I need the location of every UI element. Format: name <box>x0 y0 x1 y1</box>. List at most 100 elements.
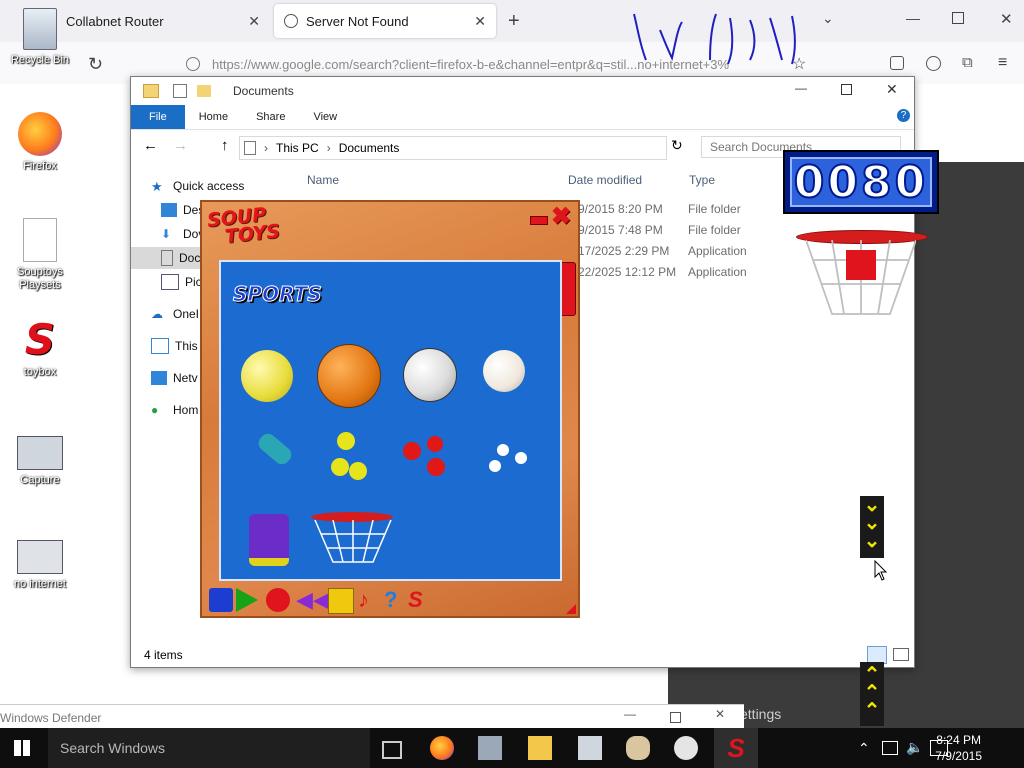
desktop-icon-label: Recycle Bin <box>10 54 70 66</box>
soccer-ball-icon[interactable] <box>403 348 457 402</box>
sound-button-icon[interactable]: ♪ <box>358 588 382 612</box>
paint-taskbar-icon[interactable] <box>626 736 650 760</box>
maximize-icon[interactable] <box>841 84 852 95</box>
tab-server-not-found[interactable]: Server Not Found ✕ <box>274 4 496 38</box>
minimize-icon[interactable]: — <box>624 707 636 721</box>
tray-chevron-up-icon[interactable]: ⌃ <box>858 740 870 757</box>
document-icon <box>161 250 173 266</box>
extensions-icon[interactable]: ⧉ <box>962 54 973 71</box>
red-balls-icon[interactable] <box>427 436 443 452</box>
souptoys-taskbar-button[interactable]: S <box>714 728 758 768</box>
app-taskbar-icon[interactable] <box>674 736 698 760</box>
app-taskbar-icon[interactable] <box>478 736 502 760</box>
breadcrumb-documents[interactable]: Documents <box>339 141 400 155</box>
minimize-icon[interactable]: — <box>795 81 807 95</box>
tennis-ball-icon[interactable] <box>241 350 293 402</box>
row-date: 9/2015 8:20 PM <box>578 202 663 216</box>
stop-button-icon[interactable] <box>328 588 354 614</box>
address-bar[interactable]: › This PC › Documents <box>239 136 667 160</box>
resize-grip-icon[interactable] <box>566 604 576 614</box>
help-icon[interactable]: ? <box>897 109 910 122</box>
juggling-balls-icon[interactable] <box>331 458 349 476</box>
record-button-icon[interactable] <box>266 588 290 612</box>
ribbon-tab-view[interactable]: View <box>299 105 351 129</box>
souptoys-playsets-shortcut[interactable]: Souptoys Playsets <box>4 218 76 292</box>
nav-homegroup[interactable]: ● Hom <box>151 399 198 421</box>
close-icon[interactable]: ✖ <box>551 202 571 231</box>
new-tab-button[interactable]: + <box>508 10 520 33</box>
baseball-icon[interactable] <box>483 350 525 392</box>
ribbon-tab-file[interactable]: File <box>131 105 185 129</box>
forward-arrow-icon[interactable]: → <box>173 137 188 154</box>
breadcrumb-this-pc[interactable]: This PC <box>276 141 319 155</box>
capture-shortcut[interactable]: Capture <box>4 436 76 487</box>
column-header-date-modified[interactable]: Date modified <box>568 173 642 187</box>
close-tab-icon[interactable]: ✕ <box>248 13 260 30</box>
tab-list-chevron-icon[interactable]: ⌄ <box>822 10 834 27</box>
maximize-icon[interactable] <box>670 712 681 723</box>
red-balls-icon[interactable] <box>403 442 421 460</box>
nav-downloads[interactable]: ⬇ Dov <box>161 223 204 245</box>
white-balls-icon[interactable] <box>515 452 527 464</box>
juggling-balls-icon[interactable] <box>349 462 367 480</box>
firefox-taskbar-icon[interactable] <box>430 736 454 760</box>
toybox-button-icon[interactable] <box>209 588 233 612</box>
status-item-count: 4 items <box>144 648 183 662</box>
play-button-icon[interactable] <box>236 588 258 612</box>
pocket-icon[interactable] <box>890 56 904 70</box>
no-internet-shortcut[interactable]: no internet <box>4 540 76 591</box>
close-icon[interactable]: ✕ <box>886 81 898 98</box>
volume-muted-icon[interactable]: 🔈 <box>906 739 923 756</box>
nav-desktop[interactable]: Des <box>161 199 204 221</box>
taskbar-search-input[interactable]: Search Windows <box>48 728 370 768</box>
rewind-button-icon[interactable]: ◀◀ <box>296 588 330 612</box>
nav-network[interactable]: Netv <box>151 367 198 389</box>
large-icons-view-icon[interactable] <box>893 648 909 661</box>
jump-rope-icon[interactable] <box>255 430 295 468</box>
screenshot-taskbar-icon[interactable] <box>578 736 602 760</box>
firefox-icon <box>18 112 62 156</box>
nav-this-pc[interactable]: This <box>151 335 198 357</box>
reload-icon[interactable]: ↻ <box>88 54 103 75</box>
close-window-icon[interactable]: ✕ <box>1000 10 1013 28</box>
windows-defender-window[interactable]: Windows Defender — ✕ <box>0 704 744 731</box>
roller-skate-icon[interactable] <box>249 514 289 566</box>
close-tab-icon[interactable]: ✕ <box>474 13 486 30</box>
menu-icon[interactable]: ≡ <box>998 54 1007 72</box>
nav-pictures[interactable]: Pic <box>161 271 202 293</box>
recycle-bin-icon <box>23 8 57 50</box>
recycle-bin-shortcut[interactable]: Recycle Bin <box>4 8 76 67</box>
chevron-up-bumper-icon[interactable]: ⌃ ⌃ ⌃ <box>860 662 884 726</box>
white-balls-icon[interactable] <box>497 444 509 456</box>
juggling-balls-icon[interactable] <box>337 432 355 450</box>
up-arrow-icon[interactable]: ↑ <box>221 137 229 154</box>
ribbon-tab-home[interactable]: Home <box>185 105 242 129</box>
basketball-icon[interactable] <box>317 344 381 408</box>
minimize-icon[interactable] <box>530 216 548 225</box>
help-button-icon[interactable]: ? <box>384 588 408 612</box>
close-icon[interactable]: ✕ <box>715 707 725 721</box>
nav-onedrive[interactable]: ☁ OneI <box>151 303 199 325</box>
red-balls-icon[interactable] <box>427 458 445 476</box>
column-header-type[interactable]: Type <box>689 173 715 187</box>
toybox-shortcut[interactable]: S toybox <box>4 318 76 379</box>
white-balls-icon[interactable] <box>489 460 501 472</box>
refresh-icon[interactable]: ↻ <box>671 137 683 154</box>
ribbon-tab-share[interactable]: Share <box>242 105 299 129</box>
account-icon[interactable] <box>926 56 941 71</box>
back-arrow-icon[interactable]: ← <box>143 137 158 154</box>
scroll-arrows-icon[interactable] <box>560 262 576 316</box>
restore-icon[interactable] <box>952 12 964 24</box>
souptoys-s-icon[interactable]: S <box>408 588 432 612</box>
task-view-icon[interactable] <box>382 741 402 759</box>
chevron-down-bumper-icon[interactable]: ⌄ ⌄ ⌄ <box>860 495 884 558</box>
file-explorer-taskbar-icon[interactable] <box>528 736 552 760</box>
minimize-icon[interactable]: — <box>906 10 920 26</box>
souptoys-playset-window[interactable]: SOUP TOYS ✖ SPORTS ◀◀ ♪ ? S <box>200 200 580 618</box>
network-icon[interactable] <box>882 741 898 755</box>
action-center-icon[interactable] <box>930 740 948 756</box>
start-windows-icon[interactable] <box>14 740 30 756</box>
column-header-name[interactable]: Name <box>307 173 339 187</box>
nav-quick-access[interactable]: ★ Quick access <box>151 175 244 197</box>
firefox-shortcut[interactable]: Firefox <box>4 112 76 173</box>
